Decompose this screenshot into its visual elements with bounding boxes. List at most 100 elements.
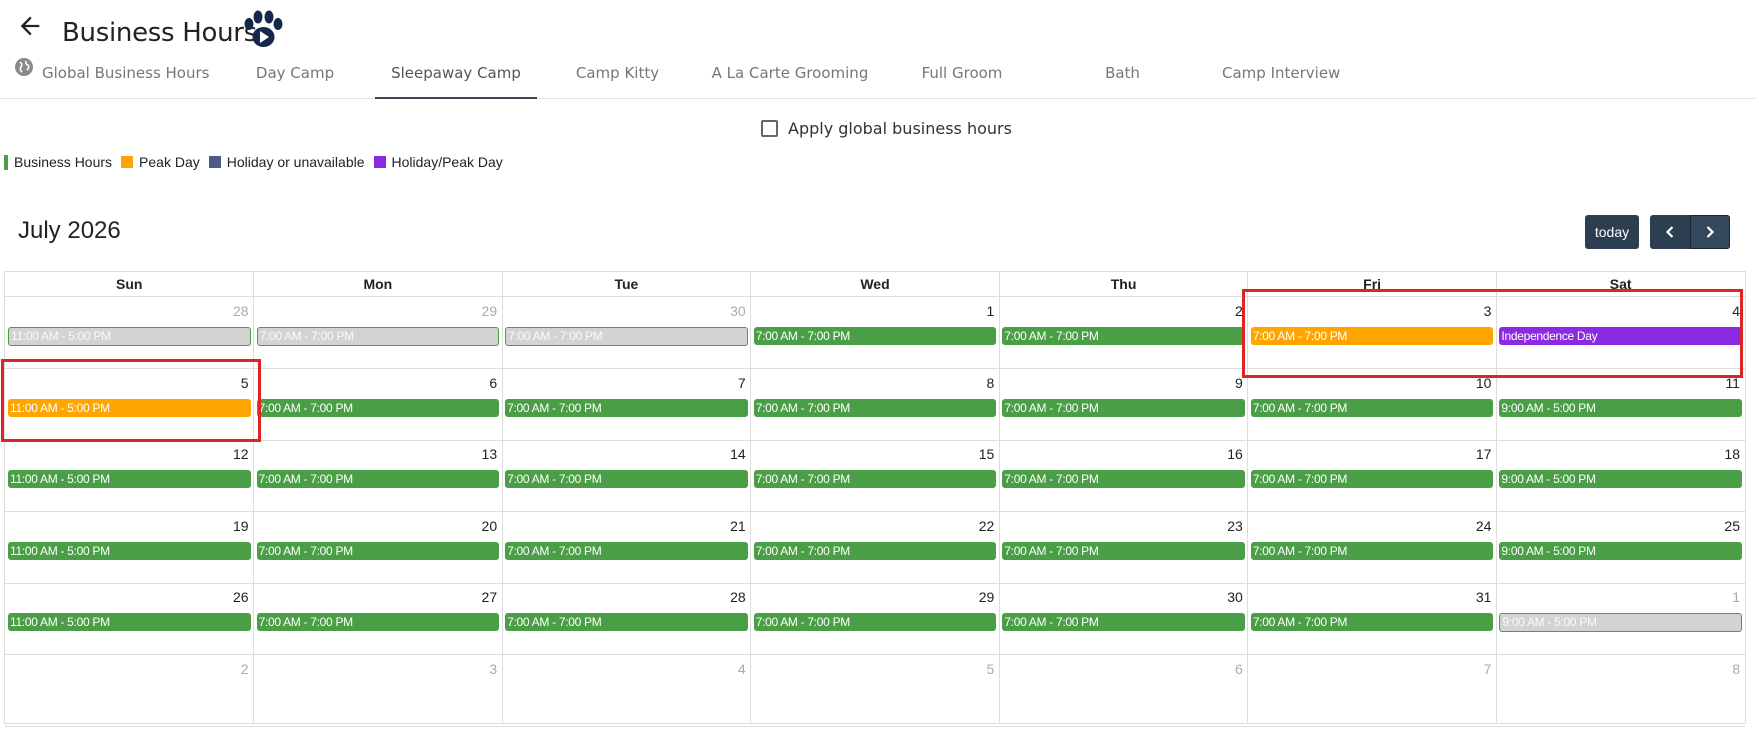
event-green[interactable]: 7:00 AM - 7:00 PM (753, 398, 997, 417)
day-cell[interactable]: 11 9:00 AM - 5:00 PM (1496, 369, 1745, 440)
event-green[interactable]: 9:00 AM - 5:00 PM (1499, 398, 1742, 417)
day-cell[interactable]: 6 7:00 AM - 7:00 PM (254, 369, 503, 440)
day-cell[interactable]: 22 7:00 AM - 7:00 PM (751, 512, 1000, 583)
day-number: 23 (1227, 517, 1243, 534)
day-cell[interactable]: 29 7:00 AM - 7:00 PM (254, 297, 503, 368)
tab-camp-interview[interactable]: Camp Interview (1222, 56, 1340, 97)
prev-month-button[interactable] (1650, 215, 1690, 249)
day-cell[interactable]: 4 (502, 655, 751, 726)
event-orange[interactable]: 11:00 AM - 5:00 PM (8, 398, 251, 417)
event-green[interactable]: 7:00 AM - 7:00 PM (505, 470, 748, 488)
event-green[interactable]: 11:00 AM - 5:00 PM (8, 613, 251, 631)
day-number: 29 (481, 303, 498, 319)
back-button[interactable] (16, 12, 44, 40)
tab-day-camp[interactable]: Day Camp (246, 56, 344, 97)
tab-full-groom[interactable]: Full Groom (912, 56, 1012, 97)
tab-bath[interactable]: Bath (1090, 56, 1155, 97)
event-green[interactable]: 9:00 AM - 5:00 PM (1499, 470, 1742, 488)
day-cell[interactable]: 10 7:00 AM - 7:00 PM (1248, 369, 1497, 440)
event-green[interactable]: 7:00 AM - 7:00 PM (753, 541, 997, 560)
event-green[interactable]: 7:00 AM - 7:00 PM (1002, 541, 1245, 560)
tab-camp-kitty[interactable]: Camp Kitty (570, 56, 665, 97)
day-cell[interactable]: 29 7:00 AM - 7:00 PM (751, 583, 1000, 654)
day-cell[interactable]: 21 7:00 AM - 7:00 PM (502, 512, 751, 583)
event-grey[interactable]: 11:00 AM - 5:00 PM (8, 327, 251, 346)
event-green[interactable]: 7:00 AM - 7:00 PM (505, 541, 748, 560)
day-cell[interactable]: 9 7:00 AM - 7:00 PM (999, 369, 1248, 440)
next-month-button[interactable] (1690, 215, 1730, 249)
event-green[interactable]: 7:00 AM - 7:00 PM (505, 398, 748, 417)
weekday-header: Fri (1363, 276, 1382, 292)
event-green[interactable]: 7:00 AM - 7:00 PM (753, 470, 997, 488)
event-green[interactable]: 7:00 AM - 7:00 PM (1250, 398, 1494, 417)
tab-a-la-carte-grooming[interactable]: A La Carte Grooming (710, 56, 870, 97)
event-green[interactable]: 7:00 AM - 7:00 PM (256, 541, 500, 560)
day-cell[interactable]: 7 7:00 AM - 7:00 PM (502, 369, 751, 440)
day-cell[interactable]: 6 (999, 655, 1248, 726)
legend-holiday-peak-day: Holiday/Peak Day (373, 154, 503, 170)
globe-icon (14, 55, 34, 89)
day-cell[interactable]: 25 9:00 AM - 5:00 PM (1496, 512, 1745, 583)
day-cell[interactable]: 24 7:00 AM - 7:00 PM (1248, 512, 1497, 583)
day-cell[interactable]: 30 7:00 AM - 7:00 PM (502, 297, 751, 368)
event-green[interactable]: 7:00 AM - 7:00 PM (1250, 470, 1494, 488)
day-cell[interactable]: 23 7:00 AM - 7:00 PM (999, 512, 1248, 583)
event-green[interactable]: 11:00 AM - 5:00 PM (8, 541, 251, 560)
day-cell[interactable]: 17 7:00 AM - 7:00 PM (1248, 440, 1497, 511)
event-purple[interactable]: Independence Day (1499, 327, 1742, 345)
day-cell[interactable]: 7 (1248, 655, 1497, 726)
day-cell[interactable]: 4 Independence Day (1496, 297, 1745, 368)
day-number: 22 (978, 517, 995, 534)
event-green[interactable]: 7:00 AM - 7:00 PM (1250, 541, 1494, 560)
event-orange[interactable]: 7:00 AM - 7:00 PM (1250, 327, 1494, 345)
tab-sleepaway-camp[interactable]: Sleepaway Camp (375, 56, 537, 99)
day-cell[interactable]: 13 7:00 AM - 7:00 PM (254, 440, 503, 511)
event-green[interactable]: 7:00 AM - 7:00 PM (1002, 327, 1245, 345)
event-green[interactable]: 7:00 AM - 7:00 PM (753, 613, 997, 631)
event-grey[interactable]: 9:00 AM - 5:00 PM (1499, 613, 1742, 632)
event-green[interactable]: 7:00 AM - 7:00 PM (1002, 470, 1245, 488)
day-cell[interactable]: 18 9:00 AM - 5:00 PM (1496, 440, 1745, 511)
day-number: 10 (1475, 374, 1492, 391)
day-number: 3 (489, 660, 498, 677)
event-grey[interactable]: 7:00 AM - 7:00 PM (256, 327, 500, 346)
day-cell[interactable]: 1 9:00 AM - 5:00 PM (1496, 583, 1745, 654)
day-cell[interactable]: 26 11:00 AM - 5:00 PM (5, 583, 254, 654)
day-cell[interactable]: 8 (1496, 655, 1745, 726)
event-green[interactable]: 7:00 AM - 7:00 PM (753, 327, 997, 345)
day-cell[interactable]: 30 7:00 AM - 7:00 PM (999, 583, 1248, 654)
day-cell[interactable]: 15 7:00 AM - 7:00 PM (751, 440, 1000, 511)
day-cell[interactable]: 14 7:00 AM - 7:00 PM (502, 440, 751, 511)
today-button[interactable]: today (1585, 215, 1639, 249)
event-green[interactable]: 7:00 AM - 7:00 PM (1250, 613, 1494, 631)
legend-label: Business Hours (14, 154, 113, 170)
day-cell[interactable]: 5 11:00 AM - 5:00 PM (5, 369, 254, 440)
day-cell[interactable]: 2 7:00 AM - 7:00 PM (999, 297, 1248, 368)
event-green[interactable]: 11:00 AM - 5:00 PM (8, 470, 251, 488)
day-number: 18 (1724, 446, 1740, 462)
event-green[interactable]: 9:00 AM - 5:00 PM (1499, 541, 1742, 560)
day-cell[interactable]: 28 11:00 AM - 5:00 PM (5, 297, 254, 368)
day-cell[interactable]: 20 7:00 AM - 7:00 PM (254, 512, 503, 583)
day-cell[interactable]: 8 7:00 AM - 7:00 PM (751, 369, 1000, 440)
event-green[interactable]: 7:00 AM - 7:00 PM (256, 613, 500, 631)
event-green[interactable]: 7:00 AM - 7:00 PM (1002, 398, 1245, 417)
day-cell[interactable]: 19 11:00 AM - 5:00 PM (5, 512, 254, 583)
event-green[interactable]: 7:00 AM - 7:00 PM (505, 613, 748, 631)
event-green[interactable]: 7:00 AM - 7:00 PM (1002, 613, 1245, 631)
day-cell[interactable]: 5 (751, 655, 1000, 726)
day-cell[interactable]: 12 11:00 AM - 5:00 PM (5, 440, 254, 511)
day-cell[interactable]: 3 (254, 655, 503, 726)
event-grey[interactable]: 7:00 AM - 7:00 PM (505, 327, 748, 346)
day-cell[interactable]: 2 (5, 655, 254, 726)
event-green[interactable]: 7:00 AM - 7:00 PM (256, 398, 500, 417)
apply-global-hours-checkbox[interactable] (761, 119, 778, 137)
day-cell[interactable]: 1 7:00 AM - 7:00 PM (751, 297, 1000, 368)
tab-global-business-hours[interactable]: Global Business Hours (14, 55, 209, 97)
day-cell[interactable]: 3 7:00 AM - 7:00 PM (1248, 297, 1497, 368)
event-green[interactable]: 7:00 AM - 7:00 PM (256, 470, 500, 488)
day-cell[interactable]: 31 7:00 AM - 7:00 PM (1248, 583, 1497, 654)
day-cell[interactable]: 27 7:00 AM - 7:00 PM (254, 583, 503, 654)
day-cell[interactable]: 28 7:00 AM - 7:00 PM (502, 583, 751, 654)
day-cell[interactable]: 16 7:00 AM - 7:00 PM (999, 440, 1248, 511)
